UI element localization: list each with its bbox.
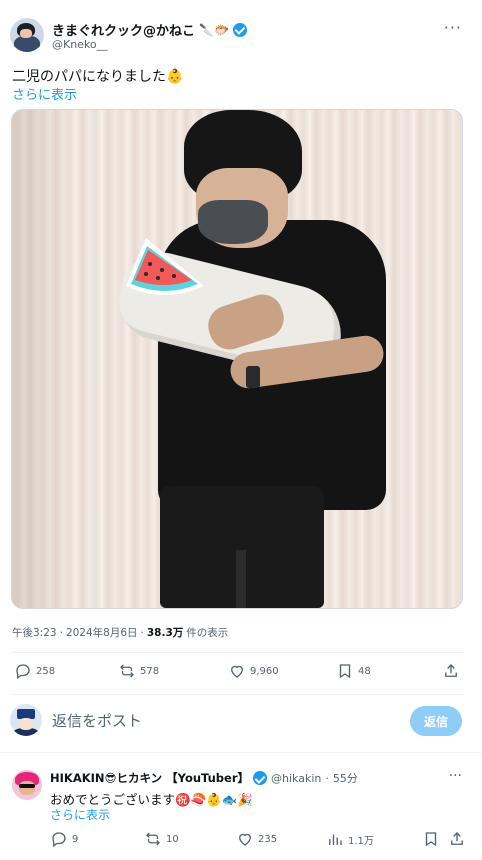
repost-icon [118, 662, 136, 680]
meta-separator: · [325, 771, 329, 785]
reply-reply-button[interactable]: 9 [50, 830, 78, 848]
share-button[interactable] [442, 662, 460, 680]
author-handle[interactable]: @Kneko__ [52, 38, 108, 51]
post-actions: 258 578 9,960 48 [12, 662, 472, 686]
divider [0, 752, 482, 753]
post-meta: 午後3:23 · 2024年8月6日 · 38.3万 件の表示 [12, 625, 228, 640]
bookmark-button[interactable]: 48 [336, 662, 371, 680]
meta-separator: · [140, 627, 144, 639]
reply-like-button[interactable]: 235 [236, 830, 277, 848]
view-count: 38.3万 [146, 627, 184, 639]
reply-author-handle[interactable]: @hikakin [271, 772, 321, 785]
reply-input[interactable]: 返信をポスト [52, 710, 142, 731]
reply-submit-button[interactable]: 返信 [410, 706, 462, 736]
show-more-link[interactable]: さらに表示 [12, 84, 77, 103]
like-icon [236, 830, 254, 848]
bookmark-count: 48 [358, 665, 371, 677]
divider [11, 652, 464, 653]
watermelon-sticker-icon [126, 238, 204, 295]
reply-view-count: 1.1万 [348, 835, 374, 847]
like-icon [228, 662, 246, 680]
repost-count: 578 [140, 665, 160, 677]
post-date[interactable]: 2024年8月6日 [66, 625, 138, 640]
divider [11, 694, 464, 695]
meta-separator: · [59, 627, 63, 639]
reply-author-row: HIKAKIN😎ヒカキン 【YouTuber】 @hikakin · 55分 [50, 770, 358, 786]
views-icon [326, 830, 344, 848]
reply-author-name[interactable]: HIKAKIN😎ヒカキン 【YouTuber】 [50, 770, 249, 786]
author-name-emojis: 🔪🐡 [199, 22, 229, 37]
reply-icon [14, 662, 32, 680]
reply-composer: 返信をポスト 返信 [0, 700, 482, 744]
reply-count: 258 [36, 665, 56, 677]
reply-like-count: 235 [258, 833, 278, 845]
view-count-label: 件の表示 [186, 627, 229, 639]
author-avatar[interactable] [10, 18, 44, 52]
reply-author-avatar[interactable] [12, 770, 42, 800]
post-text: 二児のパパになりました👶 [12, 69, 184, 85]
reply-time[interactable]: 55分 [333, 770, 358, 786]
like-button[interactable]: 9,960 [228, 662, 279, 680]
more-icon[interactable]: ··· [449, 768, 462, 784]
repost-button[interactable]: 578 [118, 662, 159, 680]
author-display-name[interactable]: きまぐれクック@かねこ [52, 20, 195, 39]
reply-actions: 9 10 235 1.1万 [50, 830, 470, 850]
reply-icon [50, 830, 68, 848]
share-icon [442, 662, 460, 680]
repost-icon [144, 830, 162, 848]
more-icon[interactable]: ··· [444, 18, 462, 37]
reply-bookmark-button[interactable] [422, 830, 440, 848]
reply-views-button[interactable]: 1.1万 [326, 830, 374, 848]
reply-reply-count: 9 [72, 833, 79, 845]
like-count: 9,960 [250, 665, 279, 677]
post-time[interactable]: 午後3:23 [12, 625, 57, 640]
share-icon [448, 830, 466, 848]
reply-repost-count: 10 [166, 833, 179, 845]
reply-share-button[interactable] [448, 830, 466, 848]
current-user-avatar[interactable] [10, 704, 42, 736]
reply-post: HIKAKIN😎ヒカキン 【YouTuber】 @hikakin · 55分 ·… [0, 758, 482, 860]
reply-button[interactable]: 258 [14, 662, 55, 680]
reply-show-more-link[interactable]: さらに表示 [50, 806, 110, 823]
reply-repost-button[interactable]: 10 [144, 830, 179, 848]
bookmark-icon [336, 662, 354, 680]
bookmark-icon [422, 830, 440, 848]
verified-icon [253, 771, 268, 785]
verified-icon [232, 22, 247, 37]
author-name-row: きまぐれクック@かねこ 🔪🐡 [52, 20, 247, 39]
post-photo[interactable] [11, 109, 463, 609]
